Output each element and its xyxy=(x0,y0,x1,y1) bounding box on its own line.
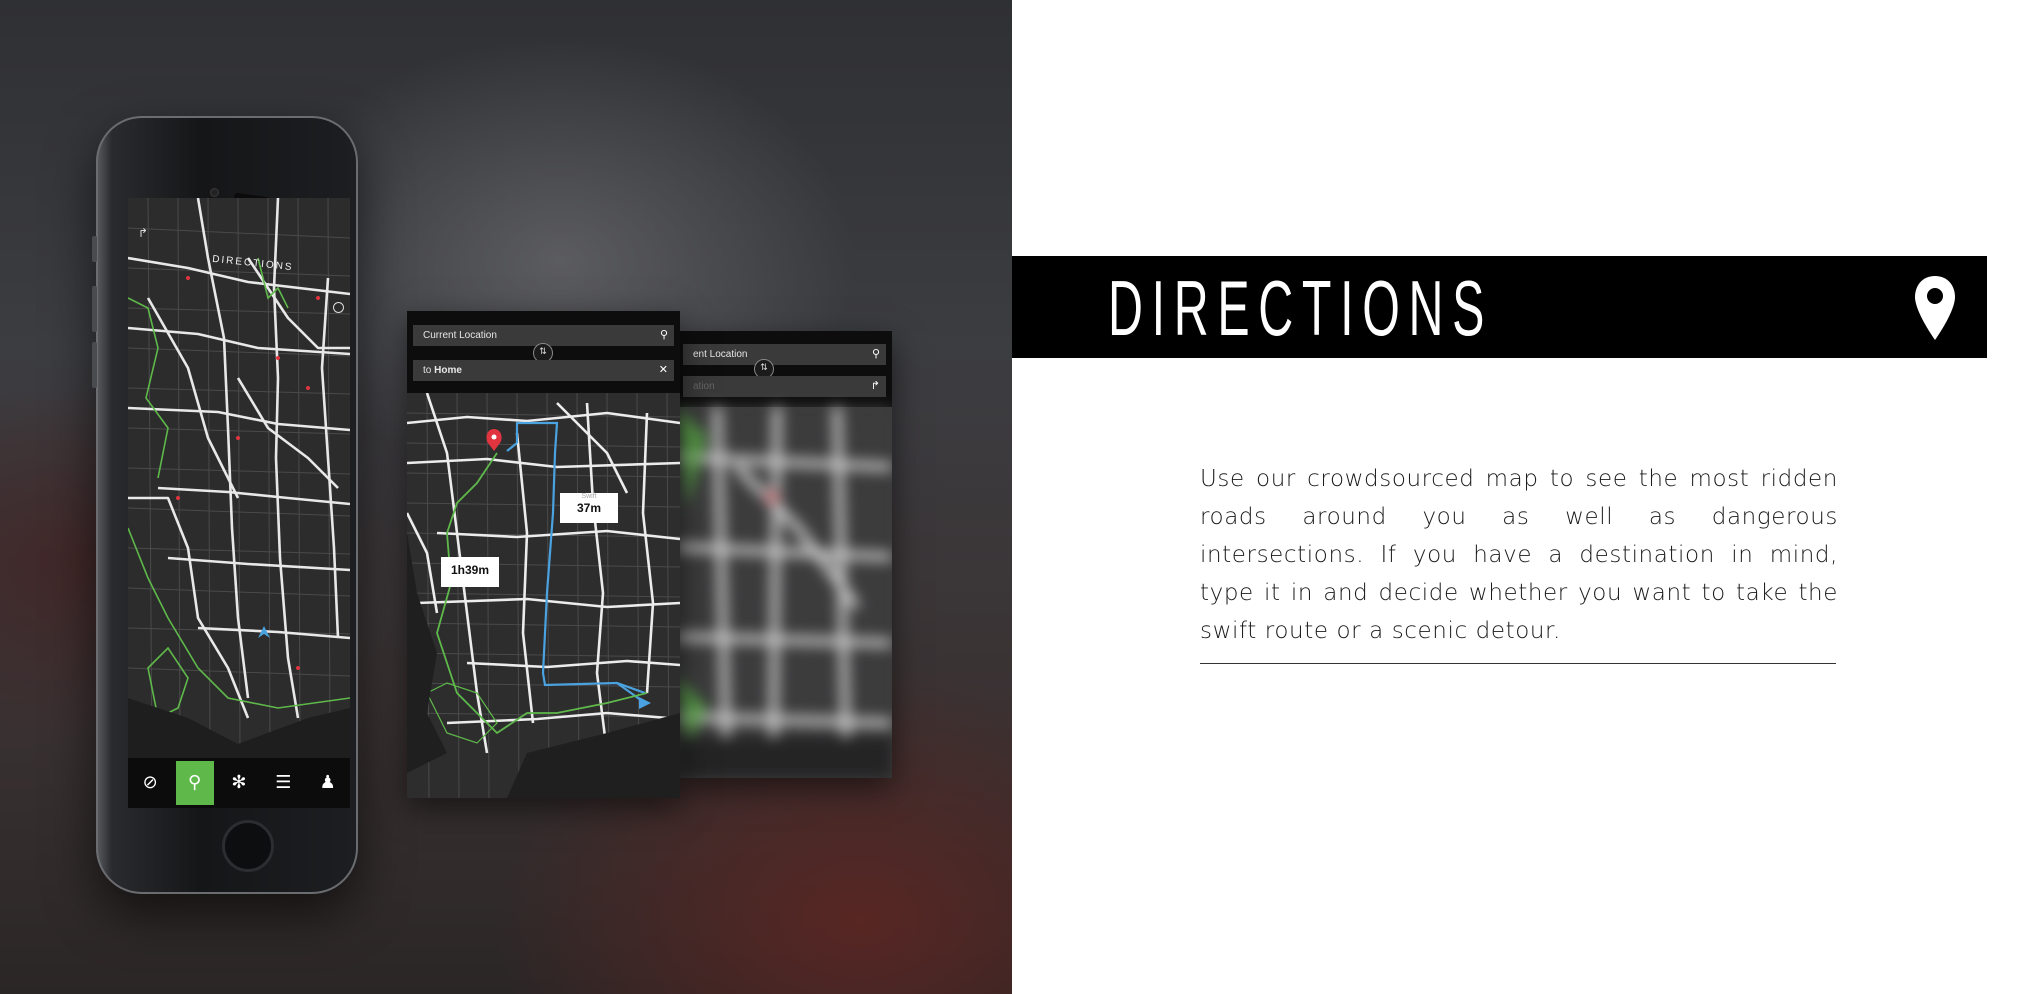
route-card: Current Location ⚲ ⇅ to Home ✕ Swift 37m… xyxy=(407,311,680,798)
tab-list[interactable]: ☰ xyxy=(264,761,302,805)
compass-icon: ⊘ xyxy=(142,772,158,793)
swift-route-time: 37m xyxy=(576,501,602,515)
profile-icon: ♟ xyxy=(319,772,336,793)
secondary-map xyxy=(677,407,892,778)
swift-route-label[interactable]: Swift 37m xyxy=(560,493,618,523)
phone-mute-switch xyxy=(92,236,97,262)
from-value: Current Location xyxy=(423,330,497,341)
phone-screen: ↱ DIRECTIONS ⊘ ⚲ ✻ ☰ ♟ xyxy=(128,198,350,808)
route-card-secondary: ent Location ⚲ ⇅ ation ↱ xyxy=(677,331,892,778)
to-prefix: to xyxy=(423,365,432,376)
turn-arrow-icon: ↱ xyxy=(870,380,880,392)
secondary-to-field[interactable]: ation ↱ xyxy=(683,376,886,397)
route-card-secondary-header: ent Location ⚲ ⇅ ation ↱ xyxy=(677,331,892,407)
swift-route-name: Swift xyxy=(581,493,597,500)
wheel-icon: ✻ xyxy=(231,772,247,793)
phone-camera xyxy=(210,188,219,197)
route-map[interactable]: Swift 37m 1h39m xyxy=(407,393,680,798)
phone-map[interactable] xyxy=(128,198,350,759)
to-value: Home xyxy=(434,365,462,376)
route-card-header: Current Location ⚲ ⇅ to Home ✕ xyxy=(407,311,680,393)
tab-directions[interactable]: ⚲ xyxy=(175,761,214,805)
phone-home-button xyxy=(222,820,274,872)
chat-icon[interactable] xyxy=(333,302,344,313)
location-pin-icon xyxy=(1915,276,1955,340)
phone-volume-down xyxy=(92,342,97,388)
close-icon[interactable]: ✕ xyxy=(659,360,668,381)
divider xyxy=(1200,663,1836,664)
location-pin-icon: ⚲ xyxy=(659,329,668,341)
tab-compass[interactable]: ⊘ xyxy=(131,761,169,805)
section-title-bar: DIRECTIONS xyxy=(1012,256,1987,358)
secondary-from-field[interactable]: ent Location ⚲ xyxy=(683,344,886,365)
map-pin-icon: ⚲ xyxy=(187,772,202,793)
tab-profile[interactable]: ♟ xyxy=(309,761,347,805)
list-icon: ☰ xyxy=(275,772,292,793)
route-map-canvas xyxy=(407,393,680,798)
to-field[interactable]: to Home ✕ xyxy=(413,360,674,381)
phone-tab-bar: ⊘ ⚲ ✻ ☰ ♟ xyxy=(128,758,350,808)
location-pin-icon: ⚲ xyxy=(871,348,880,360)
app-showcase: ↱ DIRECTIONS ⊘ ⚲ ✻ ☰ ♟ ent Location ⚲ ⇅ … xyxy=(0,0,1012,994)
phone-mockup: ↱ DIRECTIONS ⊘ ⚲ ✻ ☰ ♟ xyxy=(92,116,358,894)
turn-arrow-icon[interactable]: ↱ xyxy=(138,226,148,240)
scenic-route-label[interactable]: 1h39m xyxy=(441,557,499,587)
secondary-from-value: ent Location xyxy=(693,349,748,360)
phone-volume-up xyxy=(92,286,97,332)
feature-description: Use our crowdsourced map to see the most… xyxy=(1200,466,1838,644)
secondary-to-placeholder: ation xyxy=(693,381,715,392)
tab-wheel[interactable]: ✻ xyxy=(220,761,258,805)
scenic-route-time: 1h39m xyxy=(450,563,490,577)
section-title: DIRECTIONS xyxy=(1108,264,1494,352)
